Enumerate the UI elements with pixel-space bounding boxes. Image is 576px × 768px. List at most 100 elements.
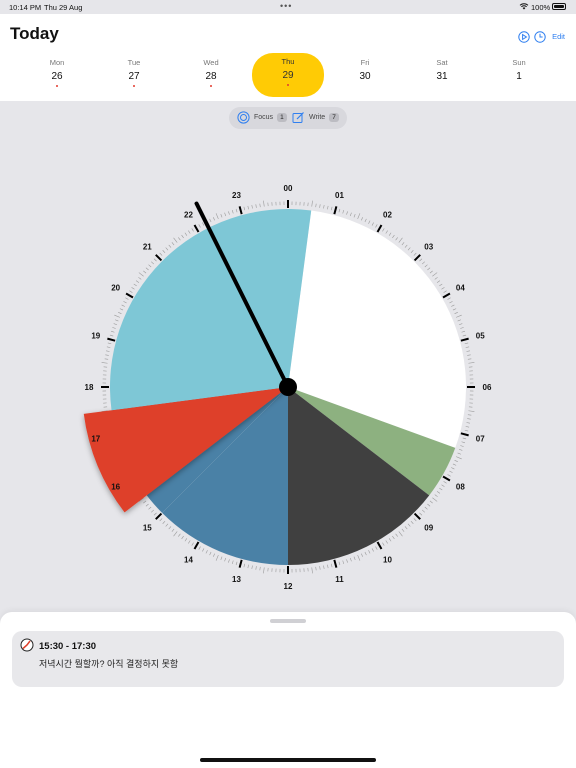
minute-tick xyxy=(311,200,313,207)
hour-tick xyxy=(413,254,421,262)
sheet-grabber[interactable] xyxy=(270,619,306,623)
minute-tick xyxy=(255,566,257,570)
minute-tick xyxy=(181,234,184,239)
minute-tick xyxy=(115,319,119,322)
minute-tick xyxy=(259,566,261,571)
day-number: 29 xyxy=(282,70,294,81)
minute-tick xyxy=(228,559,230,563)
event-dot xyxy=(287,84,289,86)
minute-tick xyxy=(145,503,149,507)
hour-label: 18 xyxy=(85,383,94,392)
day-wed[interactable]: Wed 28 xyxy=(181,54,241,96)
hour-label: 10 xyxy=(383,555,392,564)
minute-tick xyxy=(382,228,385,232)
minute-tick xyxy=(148,506,152,510)
day-mon[interactable]: Mon 26 xyxy=(27,54,87,96)
minute-tick xyxy=(255,204,257,208)
minute-tick xyxy=(467,354,471,356)
minute-tick xyxy=(443,481,447,484)
day-thu-selected[interactable]: Thu 29 xyxy=(252,53,324,97)
minute-tick xyxy=(153,512,157,516)
day-sat[interactable]: Sat 31 xyxy=(412,54,472,96)
minute-tick xyxy=(454,312,458,314)
minute-tick xyxy=(109,334,114,337)
minute-tick xyxy=(131,287,135,290)
minute-tick xyxy=(467,418,471,420)
minute-tick xyxy=(263,567,265,574)
minute-tick xyxy=(263,200,265,207)
minute-tick xyxy=(173,531,178,537)
minute-tick xyxy=(424,264,428,268)
minute-tick xyxy=(398,531,403,537)
minute-tick xyxy=(184,232,188,236)
minute-tick xyxy=(439,487,443,491)
filter-write[interactable]: Write 7 xyxy=(292,111,339,124)
hour-label: 23 xyxy=(232,191,241,200)
minute-tick xyxy=(224,557,227,562)
minute-tick xyxy=(243,563,246,568)
minute-tick xyxy=(247,205,249,210)
minute-tick xyxy=(392,535,395,540)
minute-tick xyxy=(198,546,201,550)
hour-label: 09 xyxy=(424,524,433,533)
hour-tick xyxy=(460,432,469,437)
hour-tick xyxy=(107,337,116,342)
event-card[interactable]: 15:30 - 17:30 저녁시간 뭘할까? 아직 결정하지 못함 xyxy=(12,631,564,687)
minute-tick xyxy=(107,342,112,345)
day-number: 26 xyxy=(51,71,63,82)
minute-tick xyxy=(401,242,405,246)
hour-label: 08 xyxy=(456,483,465,492)
minute-tick xyxy=(247,564,249,569)
minute-tick xyxy=(451,304,455,307)
minute-tick xyxy=(224,212,227,217)
minute-tick xyxy=(404,244,408,248)
hour-label: 00 xyxy=(284,184,293,193)
minute-tick xyxy=(349,212,352,217)
hour-tick xyxy=(155,512,163,520)
minute-tick xyxy=(105,354,109,356)
hour-tick xyxy=(442,292,451,299)
day-sun[interactable]: Sun 1 xyxy=(489,54,549,96)
minute-tick xyxy=(454,460,458,462)
minute-tick xyxy=(434,494,438,497)
play-circle-icon[interactable] xyxy=(518,30,530,43)
minute-tick xyxy=(439,283,443,287)
day-clock-chart[interactable]: 00 01 02 03 04 05 06 07 08 09 10 11 12 13 14 15 16 17 18 19… xyxy=(0,130,576,610)
minute-tick xyxy=(458,323,463,326)
filter-focus[interactable]: Focus 1 xyxy=(237,111,287,124)
minute-tick xyxy=(371,548,374,552)
multitasking-dots-icon[interactable]: ••• xyxy=(280,1,292,11)
minute-tick xyxy=(419,258,423,262)
event-segment[interactable] xyxy=(110,209,312,411)
minute-tick xyxy=(168,526,172,530)
day-name: Wed xyxy=(203,58,219,67)
minute-tick xyxy=(447,474,451,477)
hour-tick xyxy=(155,254,163,262)
minute-tick xyxy=(464,429,469,432)
day-tue[interactable]: Tue 27 xyxy=(104,54,164,96)
minute-tick xyxy=(398,237,403,243)
minute-tick xyxy=(457,452,461,455)
minute-tick xyxy=(188,230,191,234)
clock-icon[interactable] xyxy=(534,30,546,43)
event-time: 15:30 - 17:30 xyxy=(39,641,97,652)
minute-tick xyxy=(231,560,234,565)
day-name: Sun xyxy=(512,58,526,67)
minute-tick xyxy=(449,301,453,304)
minute-tick xyxy=(452,308,457,311)
minute-tick xyxy=(456,314,462,318)
minute-tick xyxy=(319,566,321,570)
minute-tick xyxy=(429,270,433,274)
minute-tick xyxy=(165,247,169,251)
minute-tick xyxy=(427,267,431,271)
hour-label: 03 xyxy=(424,242,433,251)
minute-tick xyxy=(220,556,223,560)
edit-button[interactable]: Edit xyxy=(552,32,565,41)
minute-tick xyxy=(106,350,110,352)
hour-tick xyxy=(193,224,200,233)
hour-label: 12 xyxy=(284,582,293,591)
day-fri[interactable]: Fri 30 xyxy=(335,54,395,96)
hour-tick xyxy=(238,559,243,568)
minute-tick xyxy=(357,555,361,561)
minute-tick xyxy=(461,330,466,333)
